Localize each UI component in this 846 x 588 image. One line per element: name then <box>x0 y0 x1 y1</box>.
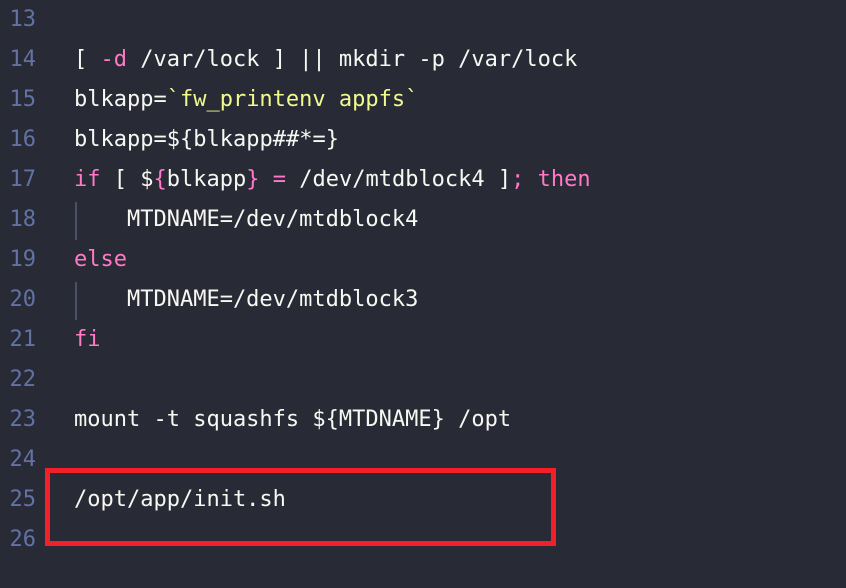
code-token-variable: $ <box>166 127 180 152</box>
code-line[interactable]: 19 else <box>0 240 846 280</box>
code-token-operator: || <box>299 47 326 72</box>
line-number: 15 <box>9 87 37 112</box>
code-token-plain: mkdir -p /var/lock <box>325 47 578 72</box>
line-content[interactable]: if [ ${blkapp} = /dev/mtdblock4 ]; then <box>74 160 591 200</box>
code-line[interactable]: 18 MTDNAME=/dev/mtdblock4 <box>0 200 846 240</box>
code-token-plain: MTDNAME=/dev/mtdblock3 <box>74 287 419 312</box>
line-number: 21 <box>9 327 37 352</box>
code-token-plain: } <box>325 127 339 152</box>
code-token-variable: $ <box>140 167 154 192</box>
line-content[interactable]: MTDNAME=/dev/mtdblock3 <box>74 280 418 320</box>
line-number: 20 <box>9 287 37 312</box>
code-line[interactable]: 14 [ -d /var/lock ] || mkdir -p /var/lock <box>0 40 846 80</box>
code-token-variable: blkapp <box>166 167 247 192</box>
code-token-keyword: -d <box>100 47 128 72</box>
line-content[interactable]: blkapp=${blkapp##*=} <box>74 120 339 160</box>
line-content[interactable]: [ -d /var/lock ] || mkdir -p /var/lock <box>74 40 577 80</box>
code-line[interactable]: 17 if [ ${blkapp} = /dev/mtdblock4 ]; the… <box>0 160 846 200</box>
code-line[interactable]: 16 blkapp=${blkapp##*=} <box>0 120 846 160</box>
line-content[interactable]: /opt/app/init.sh <box>74 480 286 520</box>
code-token-keyword: then <box>537 167 591 192</box>
code-token-plain: blkapp= <box>74 127 167 152</box>
code-token-operator: ##*= <box>272 127 326 152</box>
line-number: 25 <box>9 487 37 512</box>
code-token-plain: MTDNAME=/dev/mtdblock4 <box>74 207 419 232</box>
code-token-keyword: if <box>74 167 101 192</box>
code-token-keyword: = <box>272 167 286 192</box>
line-number: 14 <box>9 47 37 72</box>
code-line[interactable]: 25/opt/app/init.sh <box>0 480 846 520</box>
code-token-keyword: } <box>246 167 260 192</box>
code-line[interactable]: 20 MTDNAME=/dev/mtdblock3 <box>0 280 846 320</box>
code-token-variable: $ <box>312 407 326 432</box>
code-line[interactable]: 26 <box>0 520 846 560</box>
code-token-plain: [ <box>100 167 141 192</box>
code-token-plain: /opt <box>444 407 512 432</box>
line-content[interactable]: fi <box>74 320 101 360</box>
line-number: 18 <box>9 207 37 232</box>
code-token-string: `fw_printenv appfs` <box>166 87 419 112</box>
code-token-plain: mount -t squashfs <box>74 407 313 432</box>
code-line[interactable]: 15 blkapp=`fw_printenv appfs` <box>0 80 846 120</box>
code-line[interactable]: 24 <box>0 440 846 480</box>
code-token-plain: [ <box>74 47 101 72</box>
line-number: 26 <box>9 527 37 552</box>
code-token-plain: blkapp= <box>74 87 167 112</box>
line-content[interactable]: MTDNAME=/dev/mtdblock4 <box>74 200 418 240</box>
line-number: 22 <box>9 367 37 392</box>
code-line[interactable]: 23 mount -t squashfs ${MTDNAME} /opt <box>0 400 846 440</box>
code-editor: 13 14 [ -d /var/lock ] || mkdir -p /var/lo… <box>0 0 846 588</box>
code-token-plain: /opt/app/init.sh <box>74 487 286 512</box>
code-token-variable: MTDNAME <box>338 407 432 432</box>
line-number: 13 <box>9 7 37 32</box>
code-token-plain: /var/lock ] <box>127 47 300 72</box>
line-number: 19 <box>9 247 37 272</box>
code-token-plain: { <box>179 127 194 152</box>
code-token-keyword: { <box>153 167 167 192</box>
code-token-keyword: fi <box>74 327 101 352</box>
code-lines-container[interactable]: 13 14 [ -d /var/lock ] || mkdir -p /var/lo… <box>0 0 846 588</box>
line-content[interactable]: else <box>74 240 127 280</box>
code-line[interactable]: 22 <box>0 360 846 400</box>
code-token-keyword: ; <box>511 167 525 192</box>
line-number: 24 <box>9 447 37 472</box>
line-number: 17 <box>9 167 37 192</box>
line-content[interactable]: mount -t squashfs ${MTDNAME} /opt <box>74 400 511 440</box>
line-content[interactable]: blkapp=`fw_printenv appfs` <box>74 80 418 120</box>
code-token-variable: blkapp <box>193 127 273 152</box>
code-token-plain: /dev/mtdblock4 ] <box>285 167 512 192</box>
code-line[interactable]: 21 fi <box>0 320 846 360</box>
code-token-plain: { <box>325 407 339 432</box>
code-token-plain: } <box>431 407 445 432</box>
line-number: 23 <box>9 407 37 432</box>
code-line[interactable]: 13 <box>0 0 846 40</box>
line-number: 16 <box>9 127 37 152</box>
code-token-keyword: else <box>74 247 127 272</box>
